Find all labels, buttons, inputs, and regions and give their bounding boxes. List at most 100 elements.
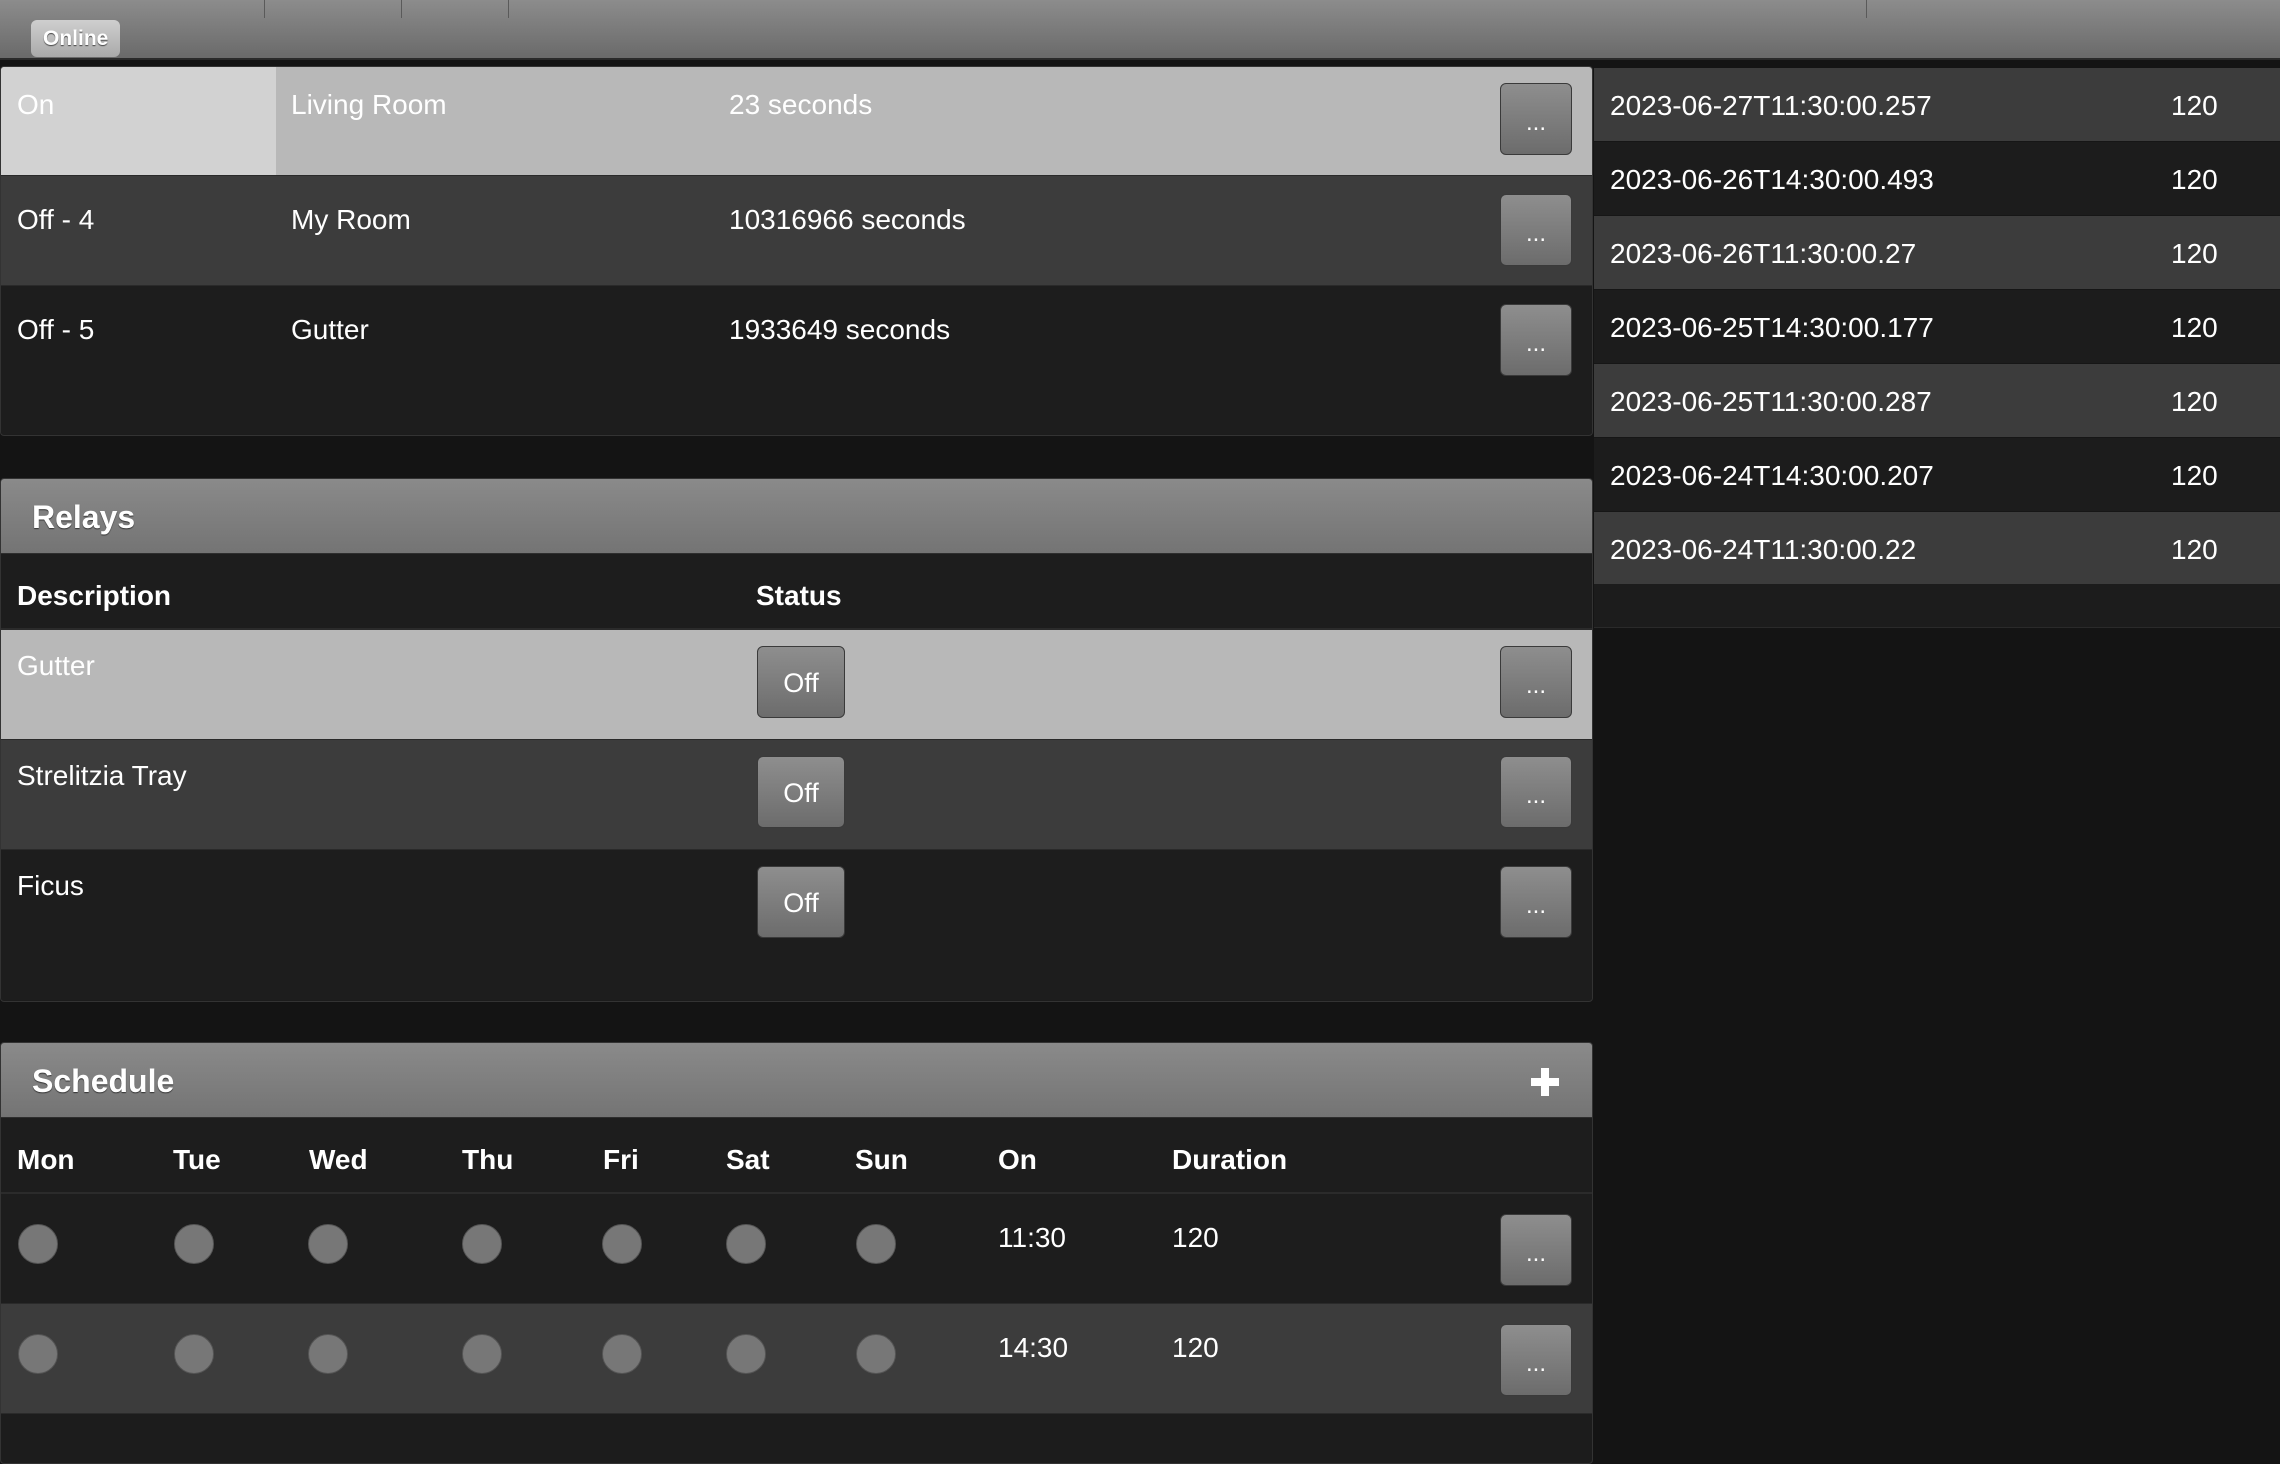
history-list: 2023-06-27T11:30:00.257 120 2023-06-26T1…	[1594, 68, 2280, 586]
day-toggle-thu[interactable]	[462, 1224, 502, 1264]
sensor-state: On	[17, 89, 55, 120]
day-toggle-mon[interactable]	[18, 1224, 58, 1264]
tab-divider	[401, 0, 402, 18]
relays-panel: Relays Description Status Gutter Off ...…	[0, 478, 1593, 1002]
history-timestamp: 2023-06-24T11:30:00.22	[1610, 534, 1917, 565]
schedule-duration: 120	[1172, 1332, 1219, 1363]
history-timestamp: 2023-06-25T11:30:00.287	[1610, 386, 1932, 417]
history-timestamp: 2023-06-26T11:30:00.27	[1610, 238, 1917, 269]
day-toggle-wed[interactable]	[308, 1224, 348, 1264]
day-toggle-tue[interactable]	[174, 1334, 214, 1374]
schedule-on-time: 14:30	[998, 1332, 1069, 1363]
day-toggle-fri[interactable]	[602, 1334, 642, 1374]
sensor-row[interactable]: On Living Room 23 seconds ...	[1, 67, 1592, 176]
sensor-age: 23 seconds	[729, 89, 873, 120]
history-timestamp: 2023-06-26T14:30:00.493	[1610, 164, 1934, 195]
relay-row[interactable]: Ficus Off ...	[1, 850, 1592, 1000]
more-button[interactable]: ...	[1500, 1214, 1572, 1286]
relay-description: Gutter	[17, 650, 95, 681]
sensor-location: Gutter	[291, 314, 369, 345]
sensor-state: Off - 4	[17, 204, 95, 235]
schedule-column-header: Mon Tue Wed Thu Fri Sat Sun On Duration	[1, 1118, 1592, 1194]
column-sun: Sun	[855, 1144, 908, 1175]
column-tue: Tue	[173, 1144, 221, 1175]
history-value: 120	[2171, 386, 2218, 417]
column-duration: Duration	[1172, 1144, 1288, 1175]
day-toggle-wed[interactable]	[308, 1334, 348, 1374]
schedule-header: Schedule	[1, 1043, 1592, 1118]
sensor-state: Off - 5	[17, 314, 95, 345]
more-button[interactable]: ...	[1500, 1324, 1572, 1396]
more-button[interactable]: ...	[1500, 756, 1572, 828]
column-sat: Sat	[726, 1144, 770, 1175]
schedule-title: Schedule	[32, 1063, 175, 1099]
schedule-duration: 120	[1172, 1222, 1219, 1253]
day-toggle-sun[interactable]	[856, 1224, 896, 1264]
history-value: 120	[2171, 312, 2218, 343]
sensors-panel: On Living Room 23 seconds ... Off - 4 My…	[0, 66, 1593, 436]
column-mon: Mon	[17, 1144, 75, 1175]
more-button[interactable]: ...	[1500, 304, 1572, 376]
day-toggle-mon[interactable]	[18, 1334, 58, 1374]
day-toggle-tue[interactable]	[174, 1224, 214, 1264]
sensor-age: 10316966 seconds	[729, 204, 966, 235]
more-button[interactable]: ...	[1500, 83, 1572, 155]
relay-toggle-button[interactable]: Off	[757, 866, 845, 938]
sensor-location: Living Room	[291, 89, 447, 120]
column-thu: Thu	[462, 1144, 514, 1175]
day-toggle-sun[interactable]	[856, 1334, 896, 1374]
sensor-row[interactable]: Off - 5 Gutter 1933649 seconds ...	[1, 286, 1592, 434]
tab-divider	[1866, 0, 1867, 18]
relay-row[interactable]: Strelitzia Tray Off ...	[1, 740, 1592, 850]
history-value: 120	[2171, 238, 2218, 269]
more-button[interactable]: ...	[1500, 866, 1572, 938]
sensor-location: My Room	[291, 204, 411, 235]
history-row: 2023-06-26T11:30:00.27 120	[1594, 216, 2280, 290]
relay-description: Ficus	[17, 870, 84, 901]
day-toggle-sat[interactable]	[726, 1334, 766, 1374]
relay-row[interactable]: Gutter Off ...	[1, 630, 1592, 740]
online-status-badge: Online	[31, 20, 121, 57]
more-button[interactable]: ...	[1500, 646, 1572, 718]
state-cell-highlight	[1, 67, 276, 175]
relays-header: Relays	[1, 479, 1592, 554]
history-timestamp: 2023-06-24T14:30:00.207	[1610, 460, 1934, 491]
plus-icon[interactable]	[1531, 1068, 1559, 1096]
relays-column-header: Description Status	[1, 554, 1592, 630]
relay-toggle-button[interactable]: Off	[757, 756, 845, 828]
more-button[interactable]: ...	[1500, 194, 1572, 266]
history-row: 2023-06-27T11:30:00.257 120	[1594, 68, 2280, 142]
day-toggle-sat[interactable]	[726, 1224, 766, 1264]
history-row: 2023-06-24T14:30:00.207 120	[1594, 438, 2280, 512]
column-description: Description	[17, 580, 172, 611]
schedule-on-time: 11:30	[998, 1222, 1066, 1253]
column-fri: Fri	[603, 1144, 639, 1175]
history-row: 2023-06-25T11:30:00.287 120	[1594, 364, 2280, 438]
history-value: 120	[2171, 460, 2218, 491]
sensor-row[interactable]: Off - 4 My Room 10316966 seconds ...	[1, 176, 1592, 286]
history-value: 120	[2171, 534, 2218, 565]
tab-divider	[508, 0, 509, 18]
tab-divider	[264, 0, 265, 18]
top-bar: Online	[0, 0, 2280, 60]
history-timestamp: 2023-06-25T14:30:00.177	[1610, 312, 1934, 343]
history-value: 120	[2171, 90, 2218, 121]
history-value: 120	[2171, 164, 2218, 195]
column-on: On	[998, 1144, 1037, 1175]
schedule-panel: Schedule Mon Tue Wed Thu Fri Sat Sun On …	[0, 1042, 1593, 1464]
schedule-row[interactable]: 11:30 120 ...	[1, 1194, 1592, 1304]
relay-toggle-button[interactable]: Off	[757, 646, 845, 718]
history-row: 2023-06-26T14:30:00.493 120	[1594, 142, 2280, 216]
day-toggle-thu[interactable]	[462, 1334, 502, 1374]
sensor-age: 1933649 seconds	[729, 314, 951, 345]
column-wed: Wed	[309, 1144, 368, 1175]
history-row: 2023-06-25T14:30:00.177 120	[1594, 290, 2280, 364]
schedule-row[interactable]: 14:30 120 ...	[1, 1304, 1592, 1414]
history-row: 2023-06-24T11:30:00.22 120	[1594, 512, 2280, 586]
history-timestamp: 2023-06-27T11:30:00.257	[1610, 90, 1932, 121]
day-toggle-fri[interactable]	[602, 1224, 642, 1264]
relay-description: Strelitzia Tray	[17, 760, 187, 791]
history-footer	[1594, 584, 2280, 628]
relays-title: Relays	[32, 499, 136, 535]
column-status: Status	[756, 580, 842, 611]
